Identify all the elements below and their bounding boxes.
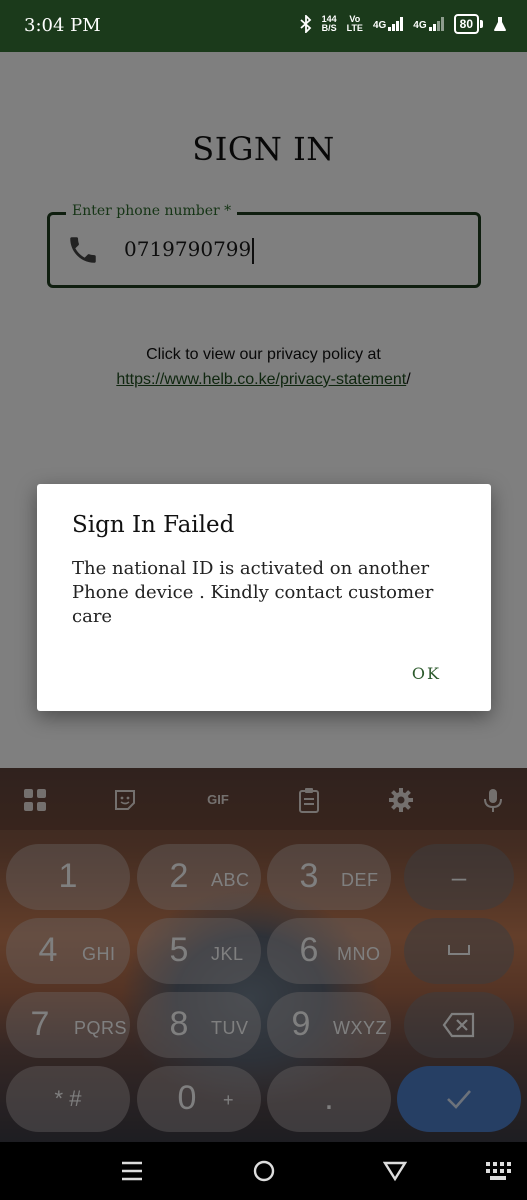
menu-lines-icon[interactable] [120, 1160, 144, 1182]
status-bar: 3:04 PM 144 B/S Vo LTE 4G 4G 80 [0, 0, 527, 52]
back-triangle-icon[interactable] [383, 1160, 407, 1182]
network-speed: 144 B/S [322, 15, 337, 33]
navigation-bar [0, 1142, 527, 1200]
dialog-message: The national ID is activated on another … [72, 558, 434, 627]
sim1-signal: 4G [372, 17, 404, 31]
signal-icon [388, 17, 404, 31]
signal-icon [428, 17, 444, 31]
bluetooth-icon [299, 15, 311, 33]
sim2-type: 4G [413, 20, 427, 31]
sim1-type: 4G [372, 20, 387, 31]
volte-bottom: LTE [346, 23, 363, 33]
home-circle-icon[interactable] [252, 1159, 276, 1183]
status-time: 3:04 PM [24, 15, 101, 36]
sim2-signal: 4G [413, 17, 444, 31]
sign-in-failed-dialog: Sign In Failed The national ID is activa… [37, 484, 491, 711]
dialog-title: Sign In Failed [72, 512, 235, 538]
volte-indicator: Vo LTE [347, 15, 363, 33]
flask-icon [494, 17, 506, 31]
battery-icon: 80 [453, 14, 483, 34]
ok-button[interactable]: OK [412, 664, 441, 683]
network-speed-unit: B/S [321, 23, 337, 33]
battery-level: 80 [453, 14, 479, 34]
keyboard-switch-icon[interactable] [484, 1160, 512, 1184]
status-icons: 144 B/S Vo LTE 4G 4G 80 [299, 14, 507, 34]
